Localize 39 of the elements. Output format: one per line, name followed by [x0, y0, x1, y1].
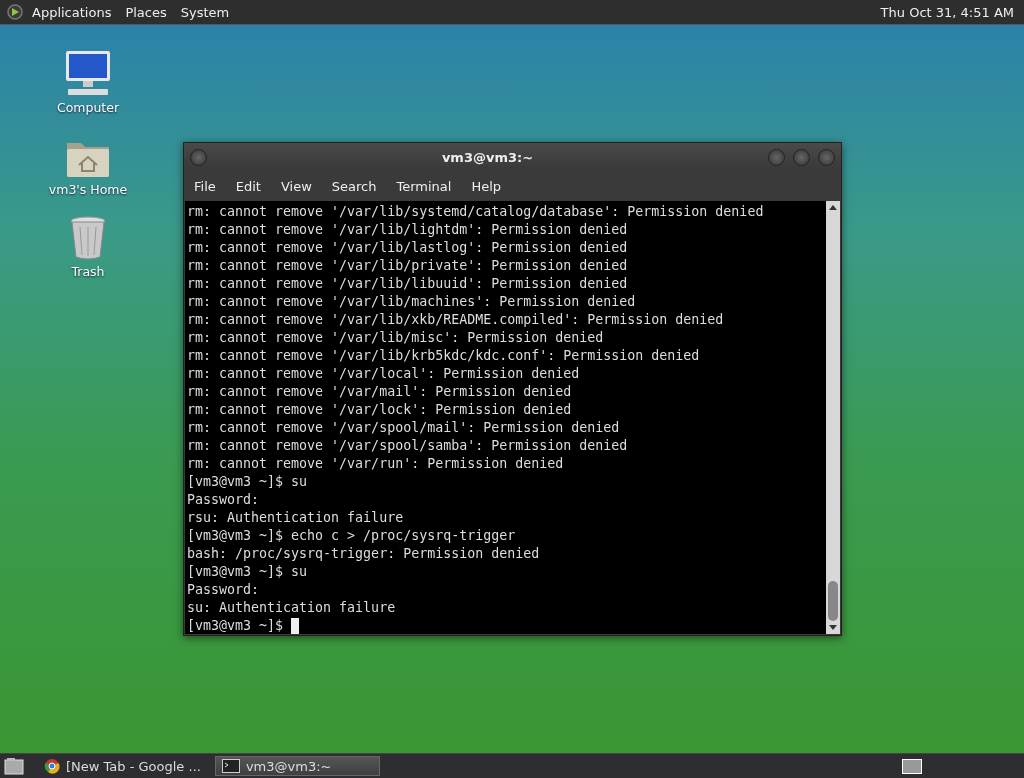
terminal-line: rm: cannot remove '/var/run': Permission denied: [187, 455, 565, 473]
menu-item[interactable]: Edit: [235, 178, 261, 194]
taskbar-button[interactable]: vm3@vm3:~: [214, 756, 380, 776]
menu-item[interactable]: Help: [471, 178, 502, 194]
terminal-line: rm: cannot remove '/var/lib/krb5kdc/kdc.conf': Permission denied: [187, 347, 701, 365]
terminal-line: rm: cannot remove '/var/lib/xkb/README.compiled': Permission denied: [187, 311, 725, 329]
menu-item[interactable]: View: [280, 178, 312, 194]
menu-item[interactable]: File: [194, 178, 216, 194]
window-title: vm3@vm3:~: [440, 149, 535, 165]
terminal-line: bash: /proc/sysrq-trigger: Permission denied: [187, 545, 541, 563]
terminal-line: [vm3@vm3 ~]$ echo c > /proc/sysrq-trigger: [187, 527, 517, 545]
terminal-line: rsu: Authentication failure: [187, 509, 405, 527]
desktop-icon-label[interactable]: Computer: [56, 100, 120, 115]
terminal-line: rm: cannot remove '/var/lib/private': Permission denied: [187, 257, 629, 275]
panel-menu[interactable]: Places: [125, 4, 167, 20]
panel-menu[interactable]: System: [180, 4, 230, 20]
taskbar-button[interactable]: [New Tab - Google ...: [38, 756, 207, 776]
terminal-line: rm: cannot remove '/var/lib/libuuid': Permission denied: [187, 275, 629, 293]
desktop-icon-label[interactable]: vm3's Home: [48, 182, 128, 197]
terminal-line: rm: cannot remove '/var/lib/systemd/catalog/database': Permission denied: [187, 203, 765, 221]
terminal-line: [vm3@vm3 ~]$: [187, 617, 824, 634]
terminal-line: [vm3@vm3 ~]$ su: [187, 473, 309, 491]
terminal-line: rm: cannot remove '/var/spool/samba': Permission denied: [187, 437, 629, 455]
terminal-line: rm: cannot remove '/var/local': Permission denied: [187, 365, 581, 383]
terminal-line: Password:: [187, 581, 261, 599]
terminal-line: [vm3@vm3 ~]$ su: [187, 563, 309, 581]
terminal-line: rm: cannot remove '/var/lib/lightdm': Permission denied: [187, 221, 629, 239]
terminal-line: rm: cannot remove '/var/spool/mail': Permission denied: [187, 419, 621, 437]
menu-item[interactable]: Terminal: [396, 178, 452, 194]
menu-item[interactable]: Search: [331, 178, 377, 194]
terminal-line: Password:: [187, 491, 261, 509]
terminal-line: su: Authentication failure: [187, 599, 397, 617]
terminal-line: rm: cannot remove '/var/lock': Permission denied: [187, 401, 573, 419]
clock[interactable]: Thu Oct 31, 4:51 AM: [880, 4, 1018, 20]
panel-menu[interactable]: Applications: [32, 4, 112, 20]
terminal-line: rm: cannot remove '/var/mail': Permission denied: [187, 383, 573, 401]
terminal-line: rm: cannot remove '/var/lib/misc': Permission denied: [187, 329, 605, 347]
terminal-line: rm: cannot remove '/var/lib/lastlog': Permission denied: [187, 239, 629, 257]
terminal-line: rm: cannot remove '/var/lib/machines': Permission denied: [187, 293, 637, 311]
